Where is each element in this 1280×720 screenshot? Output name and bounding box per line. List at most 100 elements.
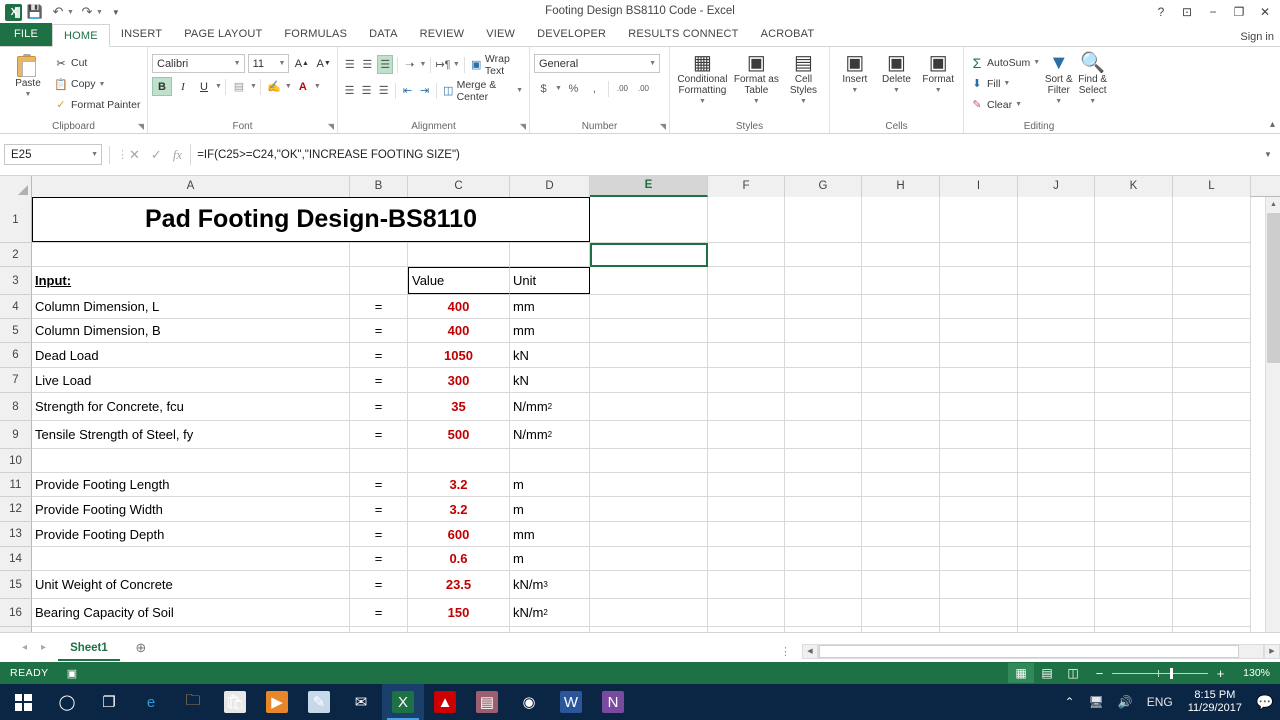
cell-empty[interactable] (940, 547, 1018, 570)
cell-empty[interactable] (1173, 197, 1251, 242)
cell-empty[interactable] (1018, 267, 1095, 294)
cell-empty[interactable] (1095, 343, 1173, 367)
cell-b3[interactable] (350, 267, 408, 294)
cell-a3[interactable]: Input: (32, 267, 350, 294)
cell-d15[interactable]: kN/m 3 (510, 571, 590, 598)
copy-dropdown-icon[interactable]: ▼ (99, 81, 106, 88)
cell-empty[interactable] (940, 295, 1018, 318)
cell-c12[interactable]: 3.2 (408, 497, 510, 521)
text-direction-button[interactable]: ↦¶ (435, 55, 451, 74)
row-header-9[interactable]: 9 (0, 421, 32, 449)
format-as-table-button[interactable]: ▣ Format as Table ▼ (731, 49, 782, 115)
cell-empty[interactable] (1095, 522, 1173, 546)
redo-icon[interactable]: ↷ (77, 2, 97, 22)
row-header-8[interactable]: 8 (0, 393, 32, 421)
row-header-6[interactable]: 6 (0, 343, 32, 368)
restore-button[interactable]: ❐ (1226, 1, 1252, 23)
cell-empty[interactable] (940, 599, 1018, 626)
text-direction-dropdown-icon[interactable]: ▼ (453, 61, 460, 68)
taskbar-adobe-reader-icon[interactable]: ▲ (424, 684, 466, 720)
cell-empty[interactable] (1173, 497, 1251, 521)
cell-empty[interactable] (862, 449, 940, 472)
cell-empty[interactable] (708, 343, 785, 367)
cell-empty[interactable] (708, 522, 785, 546)
percent-style-button[interactable]: % (564, 79, 583, 98)
cell-b2[interactable] (350, 243, 408, 266)
cell-b7[interactable]: = (350, 368, 408, 392)
scroll-up-icon[interactable]: ▲ (1266, 197, 1280, 212)
borders-dropdown-icon[interactable]: ▼ (250, 83, 257, 90)
cell-a4[interactable]: Column Dimension, L (32, 295, 350, 318)
tab-acrobat[interactable]: ACROBAT (750, 23, 826, 46)
tab-page-layout[interactable]: PAGE LAYOUT (173, 23, 273, 46)
find-select-dropdown-icon[interactable]: ▼ (1089, 96, 1096, 107)
cell-empty[interactable] (785, 571, 862, 598)
taskbar-mail-icon[interactable]: ✉ (340, 684, 382, 720)
taskbar-task-view-icon[interactable]: ❐ (88, 684, 130, 720)
cell-empty[interactable] (1173, 522, 1251, 546)
increase-decimal-button[interactable]: .00 (613, 79, 632, 98)
zoom-out-button[interactable]: − (1092, 666, 1107, 681)
column-header-b[interactable]: B (350, 176, 408, 197)
delete-cells-button[interactable]: ▣ Delete ▼ (876, 49, 918, 115)
cell-empty[interactable] (862, 571, 940, 598)
cell-empty[interactable] (862, 368, 940, 392)
clear-button[interactable]: ✎ Clear ▼ (968, 94, 1042, 115)
cell-c14[interactable]: 0.6 (408, 547, 510, 570)
cell-empty[interactable] (1173, 449, 1251, 472)
record-macro-icon[interactable]: ▣ (67, 667, 77, 680)
cell-empty[interactable] (1095, 473, 1173, 496)
cell-a15[interactable]: Unit Weight of Concrete (32, 571, 350, 598)
cell-empty[interactable] (1095, 295, 1173, 318)
cell-empty[interactable] (590, 368, 708, 392)
accounting-format-button[interactable]: $ (534, 79, 553, 98)
font-dialog-launcher-icon[interactable]: ◥ (328, 122, 334, 131)
column-header-c[interactable]: C (408, 176, 510, 197)
cell-a8[interactable]: Strength for Concrete, fcu (32, 393, 350, 420)
cell-c2[interactable] (408, 243, 510, 266)
cell-empty[interactable] (940, 497, 1018, 521)
column-header-h[interactable]: H (862, 176, 940, 197)
paste-dropdown-icon[interactable]: ▼ (25, 89, 32, 100)
cell-empty[interactable] (862, 197, 940, 242)
cell-d5[interactable]: mm (510, 319, 590, 342)
cell-empty[interactable] (1173, 368, 1251, 392)
cell-empty[interactable] (1173, 599, 1251, 626)
paste-button[interactable]: Paste ▼ (4, 49, 52, 115)
fill-button[interactable]: ⬇ Fill ▼ (968, 73, 1042, 94)
row-header-12[interactable]: 12 (0, 497, 32, 522)
cell-empty[interactable] (785, 343, 862, 367)
conditional-formatting-button[interactable]: ▦ Conditional Formatting ▼ (674, 49, 731, 115)
find-and-select-button[interactable]: 🔍 Find & Select ▼ (1075, 49, 1110, 115)
cell-empty[interactable] (590, 522, 708, 546)
cell-a16[interactable]: Bearing Capacity of Soil (32, 599, 350, 626)
autosum-dropdown-icon[interactable]: ▼ (1033, 59, 1040, 66)
cell-empty[interactable] (940, 343, 1018, 367)
cell-b12[interactable]: = (350, 497, 408, 521)
vertical-scrollbar-thumb[interactable] (1267, 213, 1280, 363)
cell-empty[interactable] (785, 497, 862, 521)
language-indicator[interactable]: ENG (1140, 695, 1180, 709)
cell-empty[interactable] (1173, 393, 1251, 420)
undo-dropdown-icon[interactable]: ▼ (67, 9, 74, 16)
taskbar-edge-icon[interactable]: e (130, 684, 172, 720)
cell-empty[interactable] (1018, 497, 1095, 521)
tab-formulas[interactable]: FORMULAS (273, 23, 358, 46)
cell-empty[interactable] (1173, 421, 1251, 448)
bold-button[interactable]: B (152, 77, 172, 96)
cell-empty[interactable] (1018, 571, 1095, 598)
cell-empty[interactable] (1095, 319, 1173, 342)
cell-b4[interactable]: = (350, 295, 408, 318)
cell-empty[interactable] (590, 473, 708, 496)
cell-d12[interactable]: m (510, 497, 590, 521)
row-header-7[interactable]: 7 (0, 368, 32, 393)
cell-empty[interactable] (862, 295, 940, 318)
cell-empty[interactable] (590, 449, 708, 472)
orientation-button[interactable]: ➝ (402, 55, 418, 74)
cell-d9[interactable]: N/mm 2 (510, 421, 590, 448)
column-header-e[interactable]: E (590, 176, 708, 197)
normal-view-icon[interactable]: ▦ (1008, 663, 1034, 683)
font-name-combo[interactable]: Calibri ▼ (152, 54, 245, 73)
undo-icon[interactable]: ↶ (48, 2, 68, 22)
minimize-button[interactable]: − (1200, 1, 1226, 23)
